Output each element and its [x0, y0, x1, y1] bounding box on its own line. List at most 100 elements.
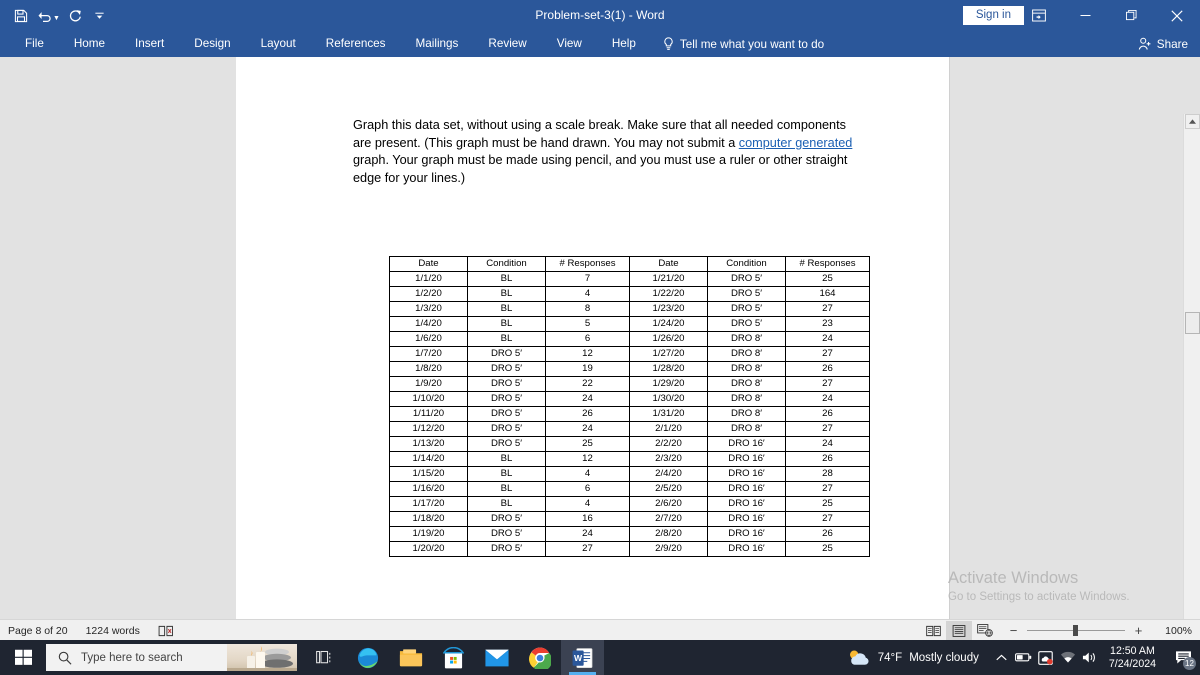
cell-condition-1[interactable]: BL	[467, 271, 546, 287]
table-row[interactable]: 1/12/20 DRO 5′ 24 2/1/20 DRO 8′ 27	[389, 421, 870, 437]
cell-condition-2[interactable]: DRO 8′	[707, 361, 786, 377]
cell-responses-1[interactable]: 6	[545, 481, 630, 497]
cell-responses-1[interactable]: 22	[545, 376, 630, 392]
cell-date-1[interactable]: 1/18/20	[389, 511, 468, 527]
cell-condition-2[interactable]: DRO 16′	[707, 541, 786, 557]
cell-responses-2[interactable]: 24	[785, 436, 870, 452]
cell-condition-1[interactable]: DRO 5′	[467, 511, 546, 527]
cell-date-1[interactable]: 1/16/20	[389, 481, 468, 497]
cell-condition-1[interactable]: BL	[467, 286, 546, 302]
cell-condition-2[interactable]: DRO 5′	[707, 316, 786, 332]
cell-responses-2[interactable]: 164	[785, 286, 870, 302]
cell-condition-2[interactable]: DRO 16′	[707, 481, 786, 497]
cell-condition-2[interactable]: DRO 5′	[707, 301, 786, 317]
cell-responses-2[interactable]: 24	[785, 391, 870, 407]
table-row[interactable]: 1/20/20 DRO 5′ 27 2/9/20 DRO 16′ 25	[389, 541, 870, 557]
cell-date-1[interactable]: 1/8/20	[389, 361, 468, 377]
cell-condition-2[interactable]: DRO 16′	[707, 436, 786, 452]
cell-date-2[interactable]: 1/21/20	[629, 271, 708, 287]
cell-condition-2[interactable]: DRO 8′	[707, 376, 786, 392]
cell-date-2[interactable]: 1/26/20	[629, 331, 708, 347]
cell-date-2[interactable]: 2/5/20	[629, 481, 708, 497]
cell-responses-1[interactable]: 26	[545, 406, 630, 422]
tab-layout[interactable]: Layout	[246, 31, 311, 57]
show-hidden-icons-icon[interactable]	[991, 640, 1013, 675]
notifications-icon[interactable]: 12	[1166, 640, 1200, 675]
cell-responses-1[interactable]: 16	[545, 511, 630, 527]
cell-responses-1[interactable]: 19	[545, 361, 630, 377]
cell-condition-2[interactable]: DRO 5′	[707, 286, 786, 302]
tab-help[interactable]: Help	[597, 31, 651, 57]
cell-date-2[interactable]: 1/23/20	[629, 301, 708, 317]
cell-condition-1[interactable]: BL	[467, 496, 546, 512]
cell-condition-1[interactable]: DRO 5′	[467, 541, 546, 557]
zoom-level-label[interactable]: 100%	[1160, 625, 1192, 637]
tab-references[interactable]: References	[311, 31, 401, 57]
cell-condition-1[interactable]: DRO 5′	[467, 406, 546, 422]
cell-responses-1[interactable]: 24	[545, 526, 630, 542]
table-row[interactable]: 1/7/20 DRO 5′ 12 1/27/20 DRO 8′ 27	[389, 346, 870, 362]
tab-home[interactable]: Home	[59, 31, 120, 57]
table-row[interactable]: 1/19/20 DRO 5′ 24 2/8/20 DRO 16′ 26	[389, 526, 870, 542]
cell-condition-1[interactable]: BL	[467, 481, 546, 497]
cell-condition-1[interactable]: BL	[467, 301, 546, 317]
wifi-icon[interactable]	[1057, 640, 1079, 675]
cell-date-2[interactable]: 1/31/20	[629, 406, 708, 422]
scroll-up-icon[interactable]	[1185, 114, 1200, 129]
proofing-errors-icon[interactable]	[158, 625, 174, 637]
cell-date-2[interactable]: 1/29/20	[629, 376, 708, 392]
tab-view[interactable]: View	[542, 31, 597, 57]
word-icon[interactable]: W	[561, 640, 604, 675]
volume-icon[interactable]	[1079, 640, 1101, 675]
cell-condition-1[interactable]: DRO 5′	[467, 421, 546, 437]
minimize-icon[interactable]	[1062, 0, 1108, 31]
cell-date-1[interactable]: 1/11/20	[389, 406, 468, 422]
cell-responses-1[interactable]: 24	[545, 391, 630, 407]
cell-responses-2[interactable]: 27	[785, 511, 870, 527]
cell-date-2[interactable]: 2/3/20	[629, 451, 708, 467]
cell-date-1[interactable]: 1/12/20	[389, 421, 468, 437]
tab-design[interactable]: Design	[179, 31, 245, 57]
cell-responses-1[interactable]: 4	[545, 466, 630, 482]
table-row[interactable]: 1/1/20 BL 7 1/21/20 DRO 5′ 25	[389, 271, 870, 287]
cell-date-2[interactable]: 2/7/20	[629, 511, 708, 527]
table-row[interactable]: 1/10/20 DRO 5′ 24 1/30/20 DRO 8′ 24	[389, 391, 870, 407]
table-row[interactable]: 1/9/20 DRO 5′ 22 1/29/20 DRO 8′ 27	[389, 376, 870, 392]
cell-responses-1[interactable]: 8	[545, 301, 630, 317]
table-row[interactable]: 1/16/20 BL 6 2/5/20 DRO 16′ 27	[389, 481, 870, 497]
document-page[interactable]: Graph this data set, without using a sca…	[236, 57, 950, 619]
cell-responses-2[interactable]: 26	[785, 406, 870, 422]
windows-start-icon[interactable]	[0, 640, 46, 675]
cell-responses-1[interactable]: 27	[545, 541, 630, 557]
cell-condition-2[interactable]: DRO 16′	[707, 451, 786, 467]
zoom-out-button[interactable]: −	[1008, 623, 1019, 638]
cell-condition-2[interactable]: DRO 16′	[707, 466, 786, 482]
cell-date-2[interactable]: 1/28/20	[629, 361, 708, 377]
cell-responses-2[interactable]: 28	[785, 466, 870, 482]
cell-responses-2[interactable]: 26	[785, 526, 870, 542]
zoom-control[interactable]: − + 100%	[1008, 623, 1192, 638]
cell-condition-2[interactable]: DRO 8′	[707, 421, 786, 437]
cell-date-2[interactable]: 2/6/20	[629, 496, 708, 512]
cell-responses-1[interactable]: 5	[545, 316, 630, 332]
cell-condition-1[interactable]: DRO 5′	[467, 391, 546, 407]
cell-date-1[interactable]: 1/10/20	[389, 391, 468, 407]
cell-condition-2[interactable]: DRO 8′	[707, 331, 786, 347]
table-row[interactable]: 1/17/20 BL 4 2/6/20 DRO 16′ 25	[389, 496, 870, 512]
table-row[interactable]: 1/13/20 DRO 5′ 25 2/2/20 DRO 16′ 24	[389, 436, 870, 452]
cell-date-1[interactable]: 1/13/20	[389, 436, 468, 452]
cell-date-1[interactable]: 1/17/20	[389, 496, 468, 512]
cell-condition-1[interactable]: BL	[467, 331, 546, 347]
weather-widget[interactable]: 74°F Mostly cloudy	[845, 648, 979, 668]
cell-responses-1[interactable]: 12	[545, 451, 630, 467]
cell-date-2[interactable]: 1/30/20	[629, 391, 708, 407]
cell-condition-1[interactable]: DRO 5′	[467, 526, 546, 542]
word-count-status[interactable]: 1224 words	[86, 625, 140, 637]
cell-condition-2[interactable]: DRO 16′	[707, 511, 786, 527]
cell-date-1[interactable]: 1/9/20	[389, 376, 468, 392]
table-row[interactable]: 1/14/20 BL 12 2/3/20 DRO 16′ 26	[389, 451, 870, 467]
cell-responses-2[interactable]: 27	[785, 376, 870, 392]
cell-responses-1[interactable]: 6	[545, 331, 630, 347]
table-row[interactable]: 1/3/20 BL 8 1/23/20 DRO 5′ 27	[389, 301, 870, 317]
cell-responses-2[interactable]: 25	[785, 271, 870, 287]
